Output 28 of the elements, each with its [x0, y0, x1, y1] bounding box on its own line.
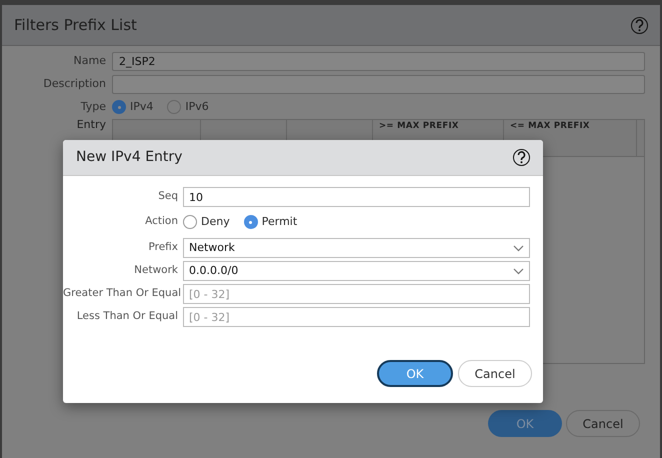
chevron-icon[interactable] [513, 268, 524, 274]
dropdown-field[interactable]: 0.0.0.0/0 [183, 261, 530, 281]
field-label: Greater Than Or Equal [63, 286, 182, 302]
radio-option[interactable]: IPv4 [112, 99, 154, 116]
field-label: Description [42, 76, 107, 92]
text-field[interactable]: 10 [183, 187, 530, 207]
field-label: Seq [157, 189, 179, 204]
field-label: Network [133, 263, 179, 278]
description-field[interactable] [112, 75, 645, 94]
radio-option[interactable]: Permit [244, 214, 298, 230]
field-label: Action [144, 214, 179, 230]
radio-option[interactable]: Deny [183, 214, 230, 230]
chevron-icon[interactable] [513, 244, 524, 252]
field-label: Less Than Or Equal [76, 309, 179, 324]
name-field[interactable]: 2_ISP2 [112, 52, 645, 71]
range-field[interactable]: [0 - 32] [183, 284, 530, 304]
field-label: Prefix [147, 240, 179, 256]
cancel-button[interactable]: Cancel [566, 410, 640, 437]
help-icon[interactable] [513, 149, 530, 166]
modal-title: New IPv4 Entry [76, 148, 182, 167]
field-label: Type [80, 99, 107, 115]
field-label: Entry [76, 118, 107, 130]
cancel-button[interactable]: Cancel [458, 360, 532, 387]
range-field[interactable]: [0 - 32] [183, 307, 530, 327]
radio-option[interactable]: IPv6 [167, 99, 209, 116]
dropdown-field[interactable]: Network [183, 238, 530, 258]
field-label: Name [72, 53, 107, 70]
dialog-title: Filters Prefix List [14, 14, 137, 36]
